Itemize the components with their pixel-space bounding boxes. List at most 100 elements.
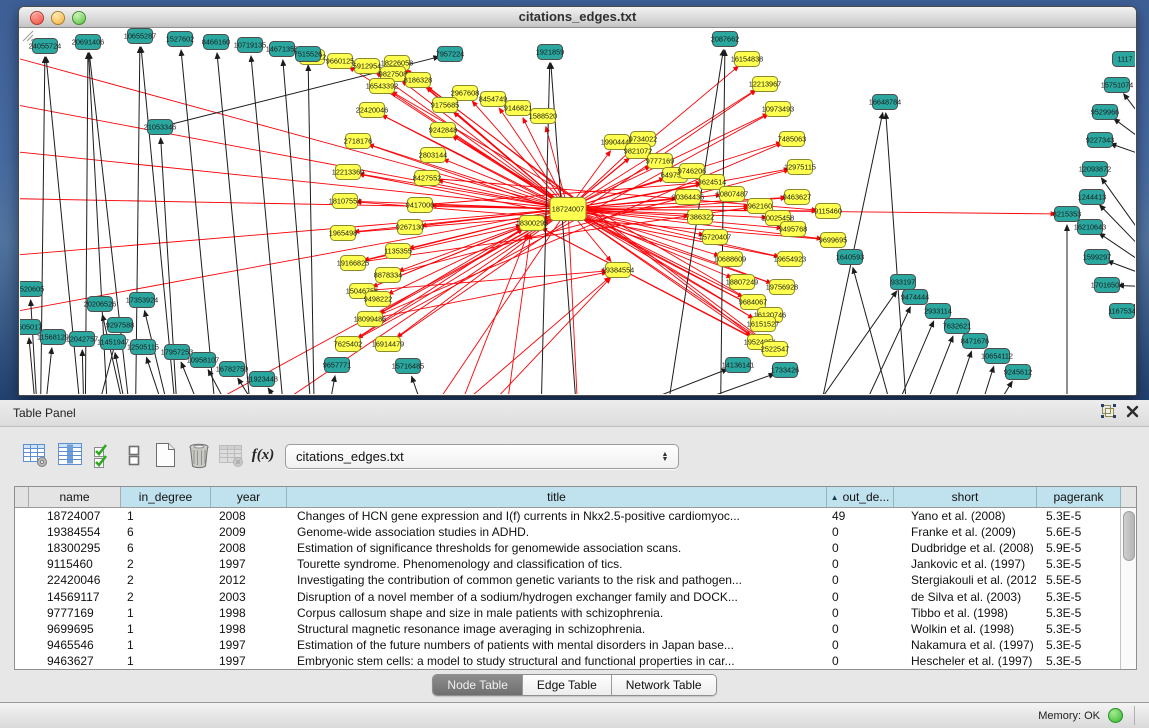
table-row[interactable]: 946554611997Estimation of the future num… (15, 637, 1120, 653)
network-window-titlebar[interactable]: citations_edges.txt (19, 7, 1136, 28)
cell-title: Genome-wide association studies in ADHD. (287, 525, 826, 539)
network-canvas[interactable]: 1872400719904443973402298210729777169649… (20, 28, 1135, 394)
table-options-icon[interactable] (20, 439, 50, 471)
edge[interactable] (359, 174, 568, 209)
graph-node-label: 9417006 (406, 201, 434, 210)
function-builder-icon[interactable]: f(x) (248, 439, 278, 471)
cell-name: 9699695 (29, 622, 121, 636)
table-row[interactable]: 977716911998Corpus callosum shape and si… (15, 605, 1120, 621)
table-row[interactable]: 2242004622012Investigating the contribut… (15, 572, 1120, 588)
cell-out_de: 49 (826, 509, 893, 523)
table-row[interactable]: 946362711997Embryonic stem cells: a mode… (15, 653, 1120, 669)
cell-title: Estimation of the future numbers of pati… (287, 638, 826, 652)
edge[interactable] (82, 350, 85, 394)
graph-node-label: 16154838 (731, 55, 763, 64)
edge[interactable] (412, 376, 440, 394)
cell-title: Estimation of significance thresholds fo… (287, 541, 826, 555)
column-header-pagerank[interactable]: pagerank (1037, 487, 1121, 507)
cell-name: 18300295 (29, 541, 121, 555)
edge[interactable] (31, 300, 40, 394)
cell-year: 1998 (211, 606, 287, 620)
edge[interactable] (440, 278, 610, 394)
resize-grip-icon[interactable] (20, 28, 34, 42)
edge[interactable] (935, 351, 971, 394)
cell-year: 2008 (211, 541, 287, 555)
close-panel-icon[interactable] (1126, 405, 1139, 418)
column-header-label: year (237, 490, 260, 504)
graph-node-label: 9505017 (20, 323, 42, 332)
edge[interactable] (1110, 144, 1135, 168)
graph-node-label: 20206526 (84, 300, 116, 309)
memory-status-indicator (1108, 708, 1123, 723)
edge[interactable] (40, 348, 52, 394)
table-row[interactable]: 1872400712008Changes of HCN gene express… (15, 508, 1120, 524)
new-table-icon[interactable] (150, 439, 180, 471)
tab-edge-table[interactable]: Edge Table (523, 675, 612, 695)
graph-node-label: 9267130 (396, 223, 424, 232)
tab-network-table[interactable]: Network Table (612, 675, 716, 695)
cell-name: 14569117 (29, 590, 121, 604)
tab-node-table[interactable]: Node Table (433, 675, 523, 695)
column-header-name[interactable]: name (29, 487, 121, 507)
edge[interactable] (1114, 119, 1135, 168)
edge[interactable] (905, 336, 953, 394)
table-row[interactable]: 911546021997Tourette syndrome. Phenomeno… (15, 556, 1120, 572)
table-row[interactable]: 969969511998Structural magnetic resonanc… (15, 621, 1120, 637)
graph-node-label: 18807249 (726, 278, 758, 287)
column-header-short[interactable]: short (894, 487, 1037, 507)
column-header-out_de[interactable]: ▲out_de... (827, 487, 894, 507)
edge[interactable] (181, 50, 220, 394)
cell-short: Yano et al. (2008) (893, 509, 1036, 523)
table-row[interactable]: 1830029562008Estimation of significance … (15, 540, 1120, 556)
graph-node-label: 9734022 (629, 135, 657, 144)
graph-node-label: 1588520 (529, 112, 557, 121)
graph-node-label: 7625402 (334, 340, 362, 349)
edge[interactable] (1124, 94, 1135, 168)
cell-short: Franke et al. (2009) (893, 525, 1036, 539)
graph-node-label: 18107554 (329, 197, 361, 206)
edge[interactable] (965, 366, 994, 394)
column-header-in_degree[interactable]: in_degree (121, 487, 211, 507)
edge[interactable] (308, 65, 315, 394)
graph-node-label: 1733426 (771, 366, 799, 375)
graph-node-label: 9498222 (364, 295, 392, 304)
edge[interactable] (568, 209, 579, 394)
edge[interactable] (500, 234, 531, 394)
edge[interactable] (370, 272, 607, 319)
table-selector-dropdown[interactable]: citations_edges.txt ▲▼ (285, 444, 679, 469)
delete-table-icon[interactable] (184, 439, 214, 471)
graph-node-label: 2087662 (711, 35, 739, 44)
graph-node-label: 22420046 (356, 106, 388, 115)
edge[interactable] (283, 60, 315, 394)
table-row[interactable]: 1938455462009Genome-wide association stu… (15, 524, 1120, 540)
column-visibility-icon[interactable] (55, 439, 85, 471)
graph-node-label: 9746206 (678, 167, 706, 176)
cell-out_de: 0 (826, 541, 893, 555)
cell-name: 9115460 (29, 557, 121, 571)
graph-node-label: 18300295 (516, 219, 548, 228)
cell-title: Corpus callosum shape and size in male p… (287, 606, 826, 620)
edge[interactable] (268, 388, 315, 394)
edge[interactable] (1101, 178, 1135, 288)
table-row[interactable]: 1456911722003Disruption of a novel membe… (15, 589, 1120, 605)
edge[interactable] (780, 291, 897, 394)
edge[interactable] (400, 277, 610, 394)
edge[interactable] (500, 369, 728, 394)
table-scrollbar[interactable] (1120, 508, 1136, 669)
edge[interactable] (251, 56, 288, 394)
row-height-icon[interactable] (119, 439, 149, 471)
column-header-year[interactable]: year (211, 487, 287, 507)
table-panel-header: Table Panel (0, 400, 1149, 427)
graph-node-label: 2718176 (344, 137, 372, 146)
edge[interactable] (720, 50, 725, 394)
cell-title: Embryonic stem cells: a model to study s… (287, 654, 826, 668)
row-selection-icon[interactable] (88, 439, 118, 471)
column-header-title[interactable]: title (287, 487, 827, 507)
status-bar: Memory: OK (0, 702, 1149, 728)
float-panel-icon[interactable] (1101, 404, 1116, 418)
column-header-label: name (59, 490, 89, 504)
graph-node-label: 17353924 (126, 296, 158, 305)
graph-node-label: 17016504 (1091, 281, 1123, 290)
edge[interactable] (320, 376, 335, 394)
table-scrollbar-thumb[interactable] (1123, 511, 1135, 561)
